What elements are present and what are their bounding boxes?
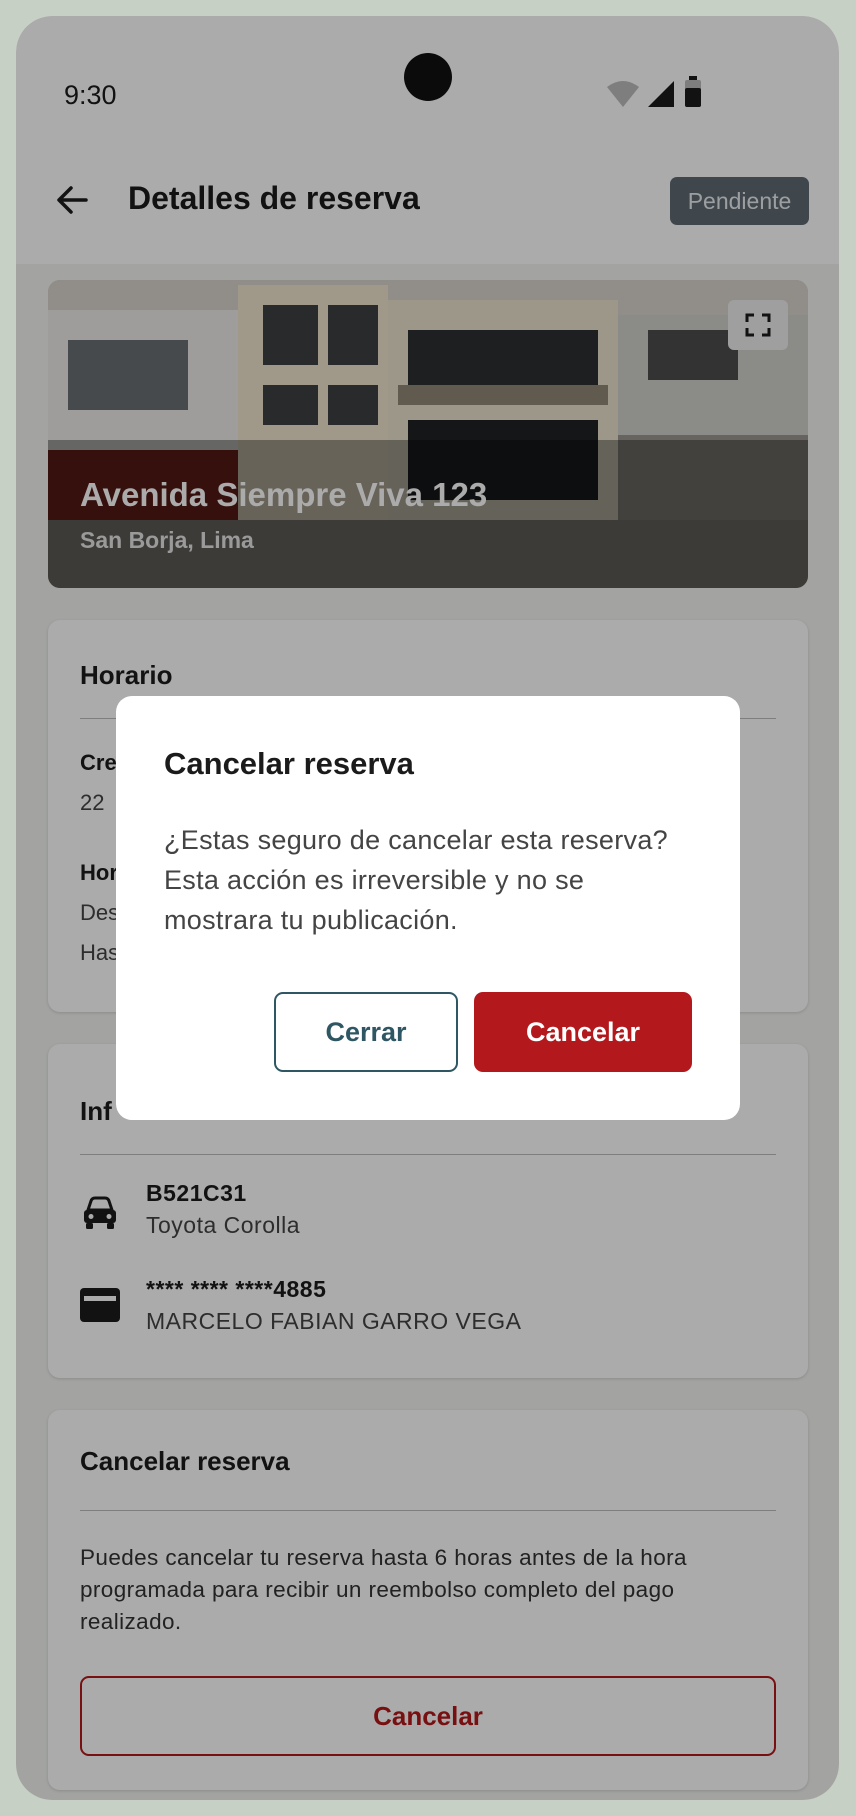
cancel-dialog: Cancelar reserva ¿Estas seguro de cancel…	[116, 696, 740, 1120]
dialog-confirm-cancel-button[interactable]: Cancelar	[474, 992, 692, 1072]
dialog-title: Cancelar reserva	[164, 746, 414, 781]
screen: 9:30 Detalles de reserva Pendiente Aveni…	[16, 16, 839, 1800]
dialog-close-button[interactable]: Cerrar	[274, 992, 458, 1072]
dialog-message: ¿Estas seguro de cancelar esta reserva? …	[164, 825, 668, 935]
device-frame: 9:30 Detalles de reserva Pendiente Aveni…	[0, 0, 856, 1816]
